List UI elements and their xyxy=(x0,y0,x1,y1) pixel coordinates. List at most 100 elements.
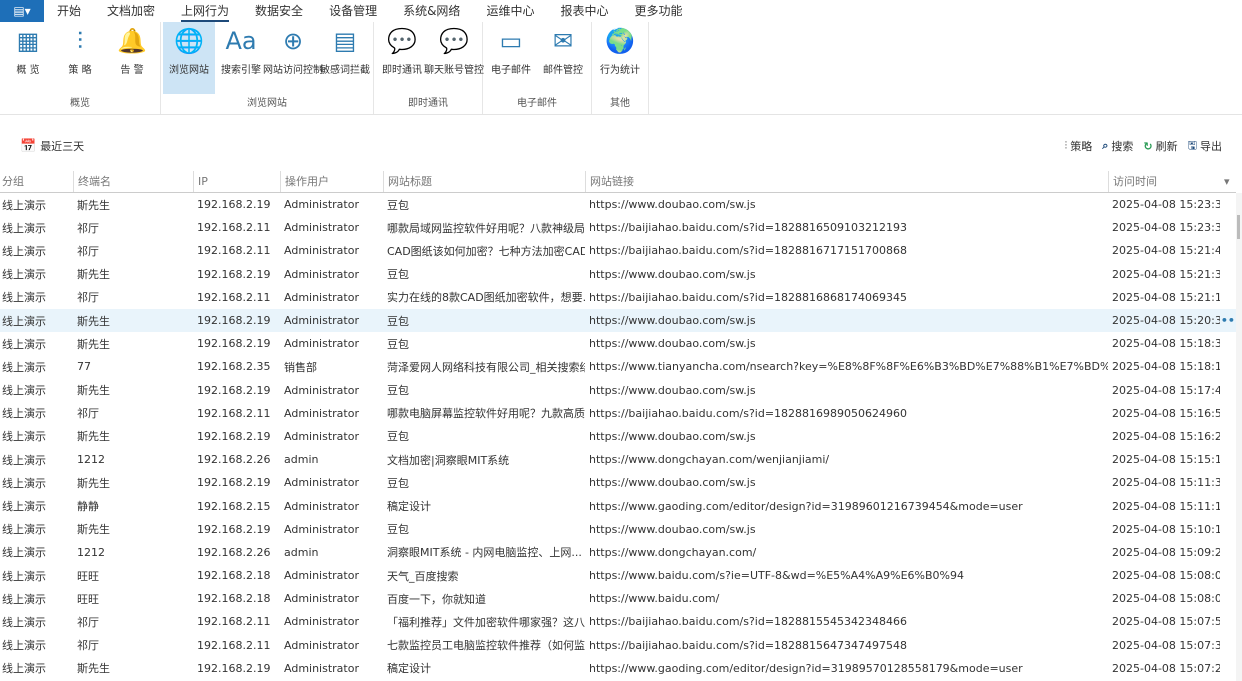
table-cell: 线上演示 xyxy=(2,523,46,537)
table-cell: 豆包 xyxy=(387,384,409,398)
calendar-icon: 📅 xyxy=(20,138,37,154)
ribbon-button[interactable]: ⫶ 策 略 xyxy=(54,22,106,94)
ribbon-button[interactable]: Aa 搜索引擎 xyxy=(215,22,267,94)
column-header[interactable]: 分组 xyxy=(0,171,73,192)
menu-tab[interactable]: 系统&网络 xyxy=(390,0,473,22)
date-range-button[interactable]: 📅 最近三天 xyxy=(20,138,84,154)
column-header[interactable]: 操作用户 xyxy=(280,171,383,192)
globe-icon: 🌐 xyxy=(174,27,204,55)
column-header[interactable]: 终端名 xyxy=(73,171,193,192)
table-row[interactable]: 线上演示 静静 192.168.2.15 Administrator 稿定设计 https… xyxy=(0,494,1236,517)
table-row[interactable]: 线上演示 77 192.168.2.35 销售部 菏泽爱网人网络科技有限公司_相关搜索结… xyxy=(0,355,1236,378)
table-cell: 豆包 xyxy=(387,314,409,328)
table-row[interactable]: 线上演示 旺旺 192.168.2.18 Administrator 百度一下，你就知道… xyxy=(0,587,1236,610)
table-row[interactable]: 线上演示 斯先生 192.168.2.19 Administrator 豆包 https:… xyxy=(0,332,1236,355)
table-row[interactable]: 线上演示 斯先生 192.168.2.19 Administrator 豆包 https:… xyxy=(0,263,1236,286)
table-cell: 斯先生 xyxy=(77,268,110,282)
font-aa-icon: Aa xyxy=(225,27,257,55)
table-cell: 192.168.2.19 xyxy=(197,198,271,212)
table-cell: 哪款电脑屏幕监控软件好用呢？九款高质... xyxy=(387,407,585,421)
search-icon: ⌕ xyxy=(1102,139,1109,152)
table-cell: 线上演示 xyxy=(2,592,46,606)
menu-tab[interactable]: 设备管理 xyxy=(316,0,390,22)
table-cell: 192.168.2.19 xyxy=(197,314,271,328)
menu-tab[interactable]: 报表中心 xyxy=(547,0,621,22)
table-cell: https://www.dongchayan.com/ xyxy=(589,545,757,559)
column-header[interactable]: 网站链接 xyxy=(585,171,1108,192)
table-row[interactable]: 线上演示 祁厅 192.168.2.11 Administrator 哪款电脑屏幕监控软… xyxy=(0,402,1236,425)
table-cell: https://www.tianyancha.com/nsearch?key=%… xyxy=(589,360,1108,374)
menu-tab[interactable]: 上网行为 xyxy=(168,0,242,22)
table-cell: 192.168.2.11 xyxy=(197,638,271,652)
menu-tab[interactable]: 开始 xyxy=(44,0,94,22)
column-header[interactable]: IP xyxy=(193,171,280,192)
table-cell: 哪款局域网监控软件好用呢？八款神级局... xyxy=(387,221,585,235)
strategy-button[interactable]: ⫶ 策略 xyxy=(1064,137,1092,156)
ribbon-button[interactable]: 💬 即时通讯 xyxy=(376,22,428,94)
ribbon-button[interactable]: ▭ 电子邮件 xyxy=(485,22,537,94)
table-row[interactable]: 线上演示 1212 192.168.2.26 admin 文档加密|洞察眼MIT系统 ht… xyxy=(0,448,1236,471)
ribbon-button[interactable]: ▦ 概 览 xyxy=(2,22,54,94)
menu-tab[interactable]: 文档加密 xyxy=(94,0,168,22)
table-row[interactable]: 线上演示 祁厅 192.168.2.11 Administrator CAD图纸该如何加… xyxy=(0,239,1236,262)
table-cell: 线上演示 xyxy=(2,291,46,305)
ribbon-button[interactable]: ✉ 邮件管控 xyxy=(537,22,589,94)
menu-tab[interactable]: 运维中心 xyxy=(473,0,547,22)
ribbon-button-label: 电子邮件 xyxy=(491,65,531,76)
table-cell: 祁厅 xyxy=(77,407,99,421)
table-row[interactable]: 线上演示 旺旺 192.168.2.18 Administrator 天气_百度搜索 ht… xyxy=(0,564,1236,587)
table-cell: https://baijiahao.baidu.com/s?id=1828816… xyxy=(589,406,908,420)
table-cell: 2025-04-08 15:08:07 xyxy=(1112,569,1220,583)
table-cell: 斯先生 xyxy=(77,476,110,490)
ribbon-button[interactable]: ▤ 敏感词拦截 xyxy=(319,22,371,94)
ribbon-button[interactable]: 🌍 行为统计 xyxy=(594,22,646,94)
menu-tab[interactable]: 更多功能 xyxy=(621,0,695,22)
table-row[interactable]: 线上演示 斯先生 192.168.2.19 Administrator 豆包 https:… xyxy=(0,471,1236,494)
refresh-button[interactable]: ↻ 刷新 xyxy=(1143,137,1177,156)
scrollbar-thumb[interactable] xyxy=(1237,215,1240,239)
vertical-scrollbar[interactable] xyxy=(1236,193,1242,681)
table-row[interactable]: 线上演示 斯先生 192.168.2.19 Administrator 豆包 https:… xyxy=(0,425,1236,448)
ribbon-button[interactable]: 🔔 告 警 xyxy=(106,22,158,94)
ribbon-button[interactable]: 💬 聊天账号管控 xyxy=(424,22,484,94)
menu-tab[interactable]: 数据安全 xyxy=(242,0,316,22)
sliders-icon: ⫶ xyxy=(1064,139,1068,152)
table-row[interactable]: 线上演示 1212 192.168.2.26 admin 洞察眼MIT系统 - 内网电脑… xyxy=(0,541,1236,564)
table-cell: https://www.doubao.com/sw.js xyxy=(589,267,756,281)
app-menu-icon[interactable]: ▤▾ xyxy=(0,0,44,22)
column-header[interactable]: 网站标题 xyxy=(383,171,585,192)
table-cell: 线上演示 xyxy=(2,500,46,514)
ribbon-button-label: 即时通讯 xyxy=(382,65,422,76)
search-button[interactable]: ⌕ 搜索 xyxy=(1102,137,1133,156)
table-row[interactable]: 线上演示 斯先生 192.168.2.19 Administrator 豆包 https:… xyxy=(0,518,1236,541)
table-cell: 稿定设计 xyxy=(387,500,431,514)
table-cell: https://www.doubao.com/sw.js xyxy=(589,476,756,490)
table-cell: 192.168.2.19 xyxy=(197,267,271,281)
menubar: ▤▾ 开始 文档加密 上网行为 数据安全 设备管理 系统&网络 运维中心 报表中心 更多功能 xyxy=(0,0,1242,22)
table-cell: 祁厅 xyxy=(77,291,99,305)
table-cell: Administrator xyxy=(284,661,359,675)
ribbon-button-label: 搜索引擎 xyxy=(221,65,261,76)
table-row[interactable]: 线上演示 斯先生 192.168.2.19 Administrator 豆包 https:… xyxy=(0,379,1236,402)
export-button[interactable]: 🖫 导出 xyxy=(1188,137,1222,156)
table-cell: 线上演示 xyxy=(2,268,46,282)
table-row[interactable]: 线上演示 斯先生 192.168.2.19 Administrator 稿定设计 http… xyxy=(0,657,1236,680)
table-row[interactable]: 线上演示 祁厅 192.168.2.11 Administrator 七款监控员工电脑监… xyxy=(0,634,1236,657)
table-row[interactable]: 线上演示 祁厅 192.168.2.11 Administrator 哪款局域网监控软件… xyxy=(0,216,1236,239)
table-row[interactable]: 线上演示 斯先生 192.168.2.19 Administrator 豆包 https:… xyxy=(0,308,1242,333)
table-cell: 线上演示 xyxy=(2,407,46,421)
table-cell: 192.168.2.18 xyxy=(197,569,271,583)
sort-dropdown-icon[interactable]: ▾ xyxy=(1220,171,1236,192)
ribbon-button[interactable]: ⊕ 网站访问控制 xyxy=(263,22,323,94)
table-cell: 豆包 xyxy=(387,476,409,490)
table-row[interactable]: 线上演示 祁厅 192.168.2.11 Administrator 「福利推荐」文件加… xyxy=(0,610,1236,633)
table-row[interactable]: 线上演示 祁厅 192.168.2.11 Administrator 实力在线的8款CA… xyxy=(0,286,1236,309)
table-cell: 2025-04-08 15:18:14 xyxy=(1112,360,1220,374)
table-row[interactable]: 线上演示 斯先生 192.168.2.19 Administrator 豆包 https:… xyxy=(0,193,1236,216)
column-header[interactable]: 访问时间 xyxy=(1108,171,1220,192)
table-cell: 2025-04-08 15:10:18 xyxy=(1112,522,1220,536)
table-cell: https://www.doubao.com/sw.js xyxy=(589,314,756,328)
ribbon-button[interactable]: 🌐 浏览网站 xyxy=(163,22,215,94)
table-cell: https://baijiahao.baidu.com/s?id=1828816… xyxy=(589,221,908,235)
chat-icon: 💬 xyxy=(387,27,417,55)
